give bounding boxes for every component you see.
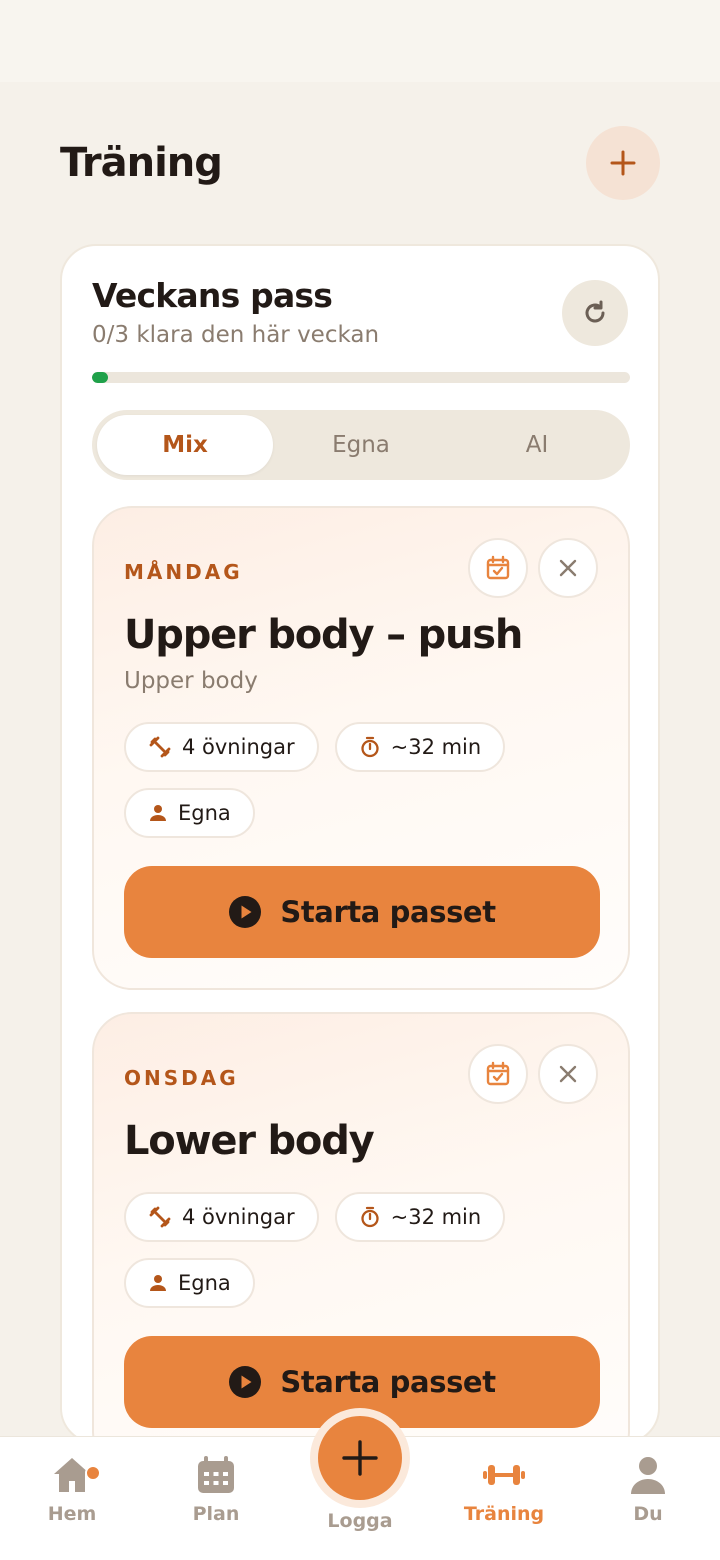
workout-day: ONSDAG: [124, 1066, 239, 1090]
tab-home-label: Hem: [47, 1503, 97, 1525]
exercises-count: 4 övningar: [182, 735, 295, 759]
add-workout-button[interactable]: [586, 126, 660, 200]
page-header: Träning: [60, 126, 660, 200]
play-icon: [229, 896, 262, 928]
source-filter: Mix Egna AI: [92, 410, 630, 480]
page-title: Träning: [60, 140, 223, 186]
exercises-count: 4 övningar: [182, 1205, 295, 1229]
log-fab[interactable]: [318, 1416, 402, 1500]
exercises-chip: 4 övningar: [124, 722, 319, 772]
start-workout-label: Starta passet: [280, 895, 496, 929]
remove-workout-button[interactable]: [538, 538, 598, 598]
calendar-check-icon: [486, 1061, 510, 1086]
notification-dot: [85, 1465, 101, 1481]
remove-workout-button[interactable]: [538, 1044, 598, 1104]
workout-category: Upper body: [124, 668, 258, 694]
tab-profile[interactable]: Du: [593, 1455, 703, 1525]
timer-icon: [360, 1206, 379, 1228]
tab-log-label: Logga: [327, 1510, 393, 1532]
weekly-progress-bar: [92, 372, 630, 383]
duration-chip: ~32 min: [334, 1192, 506, 1242]
close-icon: [559, 1065, 577, 1083]
calendar-check-icon: [486, 555, 510, 580]
person-icon: [150, 805, 166, 821]
status-bar: [0, 0, 720, 82]
log-button[interactable]: [310, 1408, 410, 1508]
filter-tab-egna[interactable]: Egna: [273, 415, 449, 475]
weekly-progress-fill: [92, 372, 108, 383]
source-chip: Egna: [124, 788, 255, 838]
source-text: Egna: [178, 801, 231, 825]
duration-text: ~32 min: [390, 735, 482, 759]
duration-text: ~32 min: [390, 1205, 482, 1229]
refresh-icon: [585, 300, 605, 323]
workout-chips: 4 övningar ~32 min Egna: [124, 1192, 524, 1308]
workout-card: ONSDAG Lower body 4 övningar ~32 min Egn…: [92, 1012, 630, 1442]
exercises-chip: 4 övningar: [124, 1192, 319, 1242]
source-text: Egna: [178, 1271, 231, 1295]
tab-plan[interactable]: Plan: [161, 1455, 271, 1525]
weekly-progress-text: 0/3 klara den här veckan: [92, 322, 380, 348]
dumbbell-icon: [483, 1465, 525, 1485]
person-icon: [150, 1275, 166, 1291]
schedule-button[interactable]: [468, 1044, 528, 1104]
schedule-button[interactable]: [468, 538, 528, 598]
workout-day: MÅNDAG: [124, 560, 243, 584]
filter-tab-ai[interactable]: AI: [449, 415, 625, 475]
filter-tab-mix[interactable]: Mix: [97, 415, 273, 475]
tab-home[interactable]: Hem: [17, 1455, 127, 1525]
workout-title: Lower body: [124, 1118, 375, 1164]
weekly-sessions-card: Veckans pass 0/3 klara den här veckan Mi…: [60, 244, 660, 1444]
person-icon: [631, 1457, 665, 1494]
start-workout-button[interactable]: Starta passet: [124, 866, 600, 958]
close-icon: [559, 559, 577, 577]
plus-icon: [342, 1440, 378, 1476]
tab-profile-label: Du: [633, 1503, 663, 1525]
refresh-button[interactable]: [562, 280, 628, 346]
start-workout-label: Starta passet: [280, 1365, 496, 1399]
weekly-title: Veckans pass: [92, 276, 333, 315]
workout-card: MÅNDAG Upper body – push Upper body 4 öv…: [92, 506, 630, 990]
workout-chips: 4 övningar ~32 min Egna: [124, 722, 524, 838]
workout-title: Upper body – push: [124, 612, 523, 658]
timer-icon: [360, 736, 379, 758]
tab-plan-label: Plan: [192, 1503, 240, 1525]
duration-chip: ~32 min: [334, 722, 506, 772]
play-icon: [229, 1366, 262, 1398]
plus-icon: [610, 150, 636, 176]
source-chip: Egna: [124, 1258, 255, 1308]
dumbbell-icon: [149, 1206, 171, 1228]
dumbbell-icon: [149, 736, 171, 758]
tab-training[interactable]: Träning: [449, 1455, 559, 1525]
calendar-icon: [198, 1456, 234, 1493]
tab-training-label: Träning: [463, 1503, 545, 1525]
